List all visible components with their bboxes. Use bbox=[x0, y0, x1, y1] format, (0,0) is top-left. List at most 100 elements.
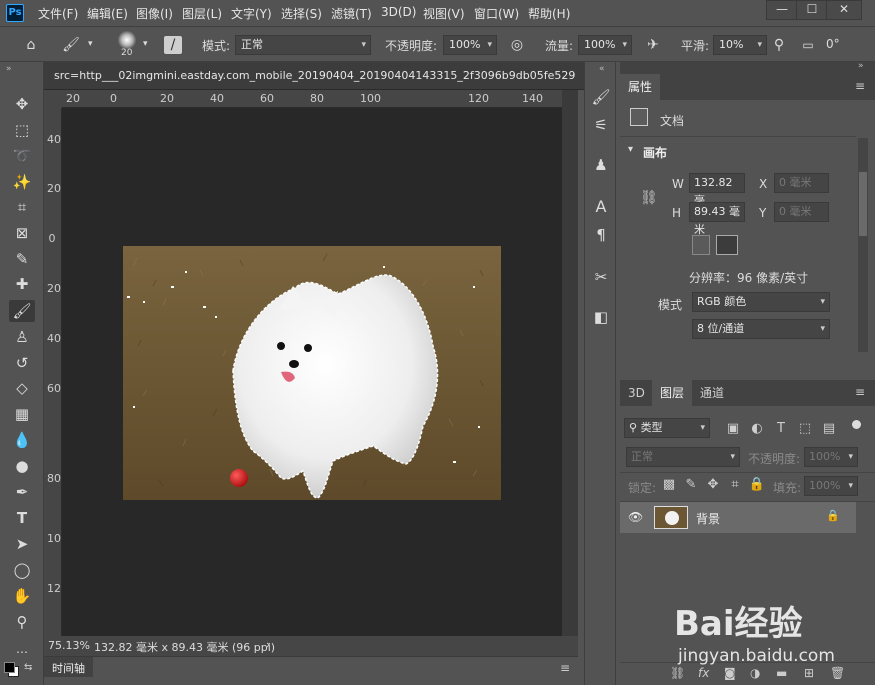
pen-tool-icon[interactable]: ✒ bbox=[9, 481, 35, 503]
search-icon[interactable]: ⚲ bbox=[770, 36, 788, 54]
menu-type[interactable]: 文字(Y) bbox=[231, 5, 272, 22]
lasso-tool-icon[interactable]: ➰ bbox=[9, 145, 35, 167]
brush-tool-icon[interactable]: 🖌 bbox=[9, 300, 35, 322]
zoom-level[interactable]: 75.13% bbox=[48, 639, 90, 652]
panel-menu-icon[interactable]: ≡ bbox=[560, 661, 570, 675]
home-icon[interactable]: ⌂ bbox=[22, 36, 40, 54]
properties-scrollbar[interactable] bbox=[858, 138, 868, 352]
healing-brush-tool-icon[interactable]: ✚ bbox=[9, 273, 35, 295]
foreground-color-swatch[interactable] bbox=[4, 662, 15, 673]
lock-all-icon[interactable]: 🔒 bbox=[748, 476, 766, 494]
chevron-down-icon[interactable]: ▾ bbox=[628, 144, 633, 155]
layer-filter-select[interactable]: ⚲ 类型 ▾ bbox=[624, 418, 710, 438]
minimize-button[interactable]: — bbox=[766, 0, 798, 20]
menu-view[interactable]: 视图(V) bbox=[423, 5, 465, 22]
ellipse-tool-icon[interactable]: ◯ bbox=[9, 559, 35, 581]
scrollbar-thumb[interactable] bbox=[859, 172, 867, 236]
type-tool-icon[interactable]: T bbox=[9, 507, 35, 529]
horizontal-ruler[interactable]: 20 0 20 40 60 80 100 120 140 bbox=[62, 90, 562, 108]
filter-pixel-icon[interactable]: ▣ bbox=[724, 420, 742, 438]
adjustments-icon[interactable]: ⚟ bbox=[590, 114, 612, 136]
tab-channels[interactable]: 通道 bbox=[692, 380, 732, 406]
status-menu-arrow[interactable]: › bbox=[266, 638, 270, 651]
lock-position-icon[interactable]: ✥ bbox=[704, 476, 722, 494]
close-button[interactable]: ✕ bbox=[826, 0, 862, 20]
eraser-tool-icon[interactable]: ◇ bbox=[9, 377, 35, 399]
bit-depth-select[interactable]: 8 位/通道 ▾ bbox=[692, 319, 830, 339]
panel-menu-icon[interactable]: ≡ bbox=[855, 385, 865, 399]
gradient-tool-icon[interactable]: ▦ bbox=[9, 403, 35, 425]
properties-panel-icon[interactable]: ◧ bbox=[590, 306, 612, 328]
zoom-tool-icon[interactable]: ⚲ bbox=[9, 611, 35, 633]
tools-preset-icon[interactable]: ✂ bbox=[590, 266, 612, 288]
vertical-ruler[interactable]: 40 20 0 20 40 60 80 100 120 bbox=[44, 108, 62, 636]
menu-help[interactable]: 帮助(H) bbox=[528, 5, 570, 22]
menu-select[interactable]: 选择(S) bbox=[281, 5, 322, 22]
blur-tool-icon[interactable]: 💧 bbox=[9, 429, 35, 451]
crop-tool-icon[interactable]: ⌗ bbox=[9, 196, 35, 218]
airbrush-icon[interactable]: ✈ bbox=[644, 36, 662, 54]
panel-menu-icon[interactable]: ≡ bbox=[855, 79, 865, 93]
menu-edit[interactable]: 编辑(E) bbox=[87, 5, 128, 22]
dodge-tool-icon[interactable]: ● bbox=[9, 455, 35, 477]
filter-adjustment-icon[interactable]: ◐ bbox=[748, 420, 766, 438]
fill-field[interactable]: 100% ▾ bbox=[804, 476, 858, 496]
layer-row[interactable]: 👁 背景 🔒 bbox=[620, 502, 856, 533]
maximize-button[interactable]: ☐ bbox=[796, 0, 828, 20]
pressure-opacity-icon[interactable]: ◎ bbox=[508, 36, 526, 54]
hand-tool-icon[interactable]: ✋ bbox=[9, 585, 35, 607]
portrait-orientation-icon[interactable] bbox=[692, 235, 710, 255]
layer-opacity-field[interactable]: 100% ▾ bbox=[804, 447, 858, 467]
collapse-icon[interactable]: » bbox=[858, 61, 864, 71]
brush-tip-icon[interactable] bbox=[118, 31, 136, 49]
frame-tool-icon[interactable]: ⊠ bbox=[9, 222, 35, 244]
document-canvas-image[interactable] bbox=[123, 246, 501, 500]
lock-artboard-icon[interactable]: ⌗ bbox=[726, 476, 744, 494]
brush-settings-icon[interactable]: / bbox=[164, 36, 182, 54]
angle-value[interactable]: 0° bbox=[826, 37, 840, 51]
filter-type-icon[interactable]: T bbox=[772, 420, 790, 438]
tab-layers[interactable]: 图层 bbox=[652, 380, 693, 406]
menu-layer[interactable]: 图层(L) bbox=[182, 5, 222, 22]
more-tools-icon[interactable]: … bbox=[9, 638, 35, 660]
magic-wand-tool-icon[interactable]: ✨ bbox=[9, 171, 35, 193]
marquee-tool-icon[interactable]: ⬚ bbox=[9, 119, 35, 141]
stamp-tool-icon[interactable]: ♙ bbox=[9, 326, 35, 348]
lock-transparent-icon[interactable]: ▩ bbox=[660, 476, 678, 494]
angle-icon[interactable]: ▭ bbox=[799, 36, 817, 54]
lock-image-icon[interactable]: ✎ bbox=[682, 476, 700, 494]
clone-source-icon[interactable]: ♟ bbox=[590, 154, 612, 176]
smooth-field[interactable]: 10% ▾ bbox=[713, 35, 767, 55]
eyedropper-tool-icon[interactable]: ✎ bbox=[9, 248, 35, 270]
character-panel-icon[interactable]: A bbox=[590, 196, 612, 218]
paragraph-panel-icon[interactable]: ¶ bbox=[590, 224, 612, 246]
menu-window[interactable]: 窗口(W) bbox=[474, 5, 519, 22]
visibility-eye-icon[interactable]: 👁 bbox=[628, 510, 643, 524]
blend-mode-select[interactable]: 正常 ▾ bbox=[626, 447, 740, 467]
filter-toggle-icon[interactable] bbox=[852, 420, 861, 429]
tab-timeline[interactable]: 时间轴 bbox=[44, 657, 93, 677]
link-icon[interactable]: ⛓ bbox=[640, 190, 658, 206]
document-tab[interactable]: src=http___02imgmini.eastday.com_mobile_… bbox=[44, 62, 584, 90]
collapse-icon[interactable]: » bbox=[6, 64, 12, 74]
opacity-field[interactable]: 100% ▾ bbox=[443, 35, 497, 55]
filter-smart-object-icon[interactable]: ▤ bbox=[820, 420, 838, 438]
canvas-section-title[interactable]: 画布 bbox=[643, 144, 667, 161]
move-tool-icon[interactable]: ✥ bbox=[9, 93, 35, 115]
color-mode-select[interactable]: RGB 颜色 ▾ bbox=[692, 292, 830, 312]
landscape-orientation-icon[interactable] bbox=[716, 235, 738, 255]
brush-preset-icon[interactable]: 🖌 bbox=[62, 36, 80, 54]
height-field[interactable]: 89.43 毫米 bbox=[689, 202, 745, 236]
swap-colors-icon[interactable]: ⇆ bbox=[24, 662, 32, 673]
filter-shape-icon[interactable]: ⬚ bbox=[796, 420, 814, 438]
x-field[interactable]: 0 毫米 bbox=[774, 173, 829, 193]
path-selection-tool-icon[interactable]: ➤ bbox=[9, 533, 35, 555]
vertical-scrollbar[interactable] bbox=[562, 90, 578, 636]
chevron-down-icon[interactable]: ▾ bbox=[143, 39, 148, 49]
chevron-down-icon[interactable]: ▾ bbox=[88, 39, 93, 49]
flow-field[interactable]: 100% ▾ bbox=[578, 35, 632, 55]
collapse-icon[interactable]: « bbox=[599, 64, 605, 74]
menu-3d[interactable]: 3D(D) bbox=[381, 5, 416, 19]
layer-name[interactable]: 背景 bbox=[696, 510, 720, 527]
brush-panel-icon[interactable]: 🖌 bbox=[590, 86, 612, 108]
